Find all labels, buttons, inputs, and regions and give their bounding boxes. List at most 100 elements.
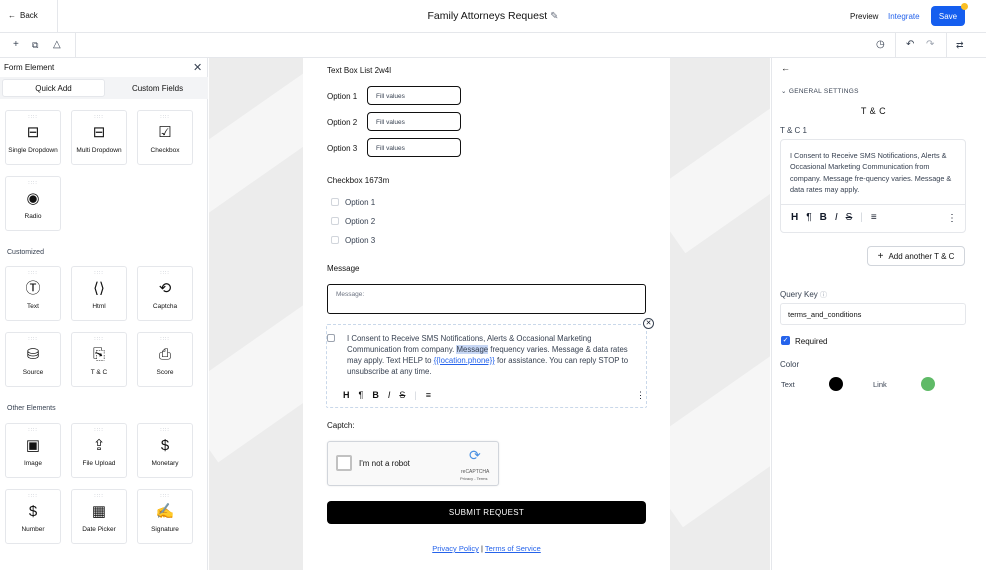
element-label: Checkbox bbox=[150, 147, 180, 154]
more-options-icon[interactable]: ⋮ bbox=[636, 390, 645, 401]
drag-handle-icon: :::: bbox=[28, 336, 38, 342]
drag-handle-icon: :::: bbox=[160, 336, 170, 342]
editor-text[interactable]: I Consent to Receive SMS Notifications, … bbox=[790, 150, 962, 198]
link-color-label: Link bbox=[873, 380, 887, 389]
element-signature[interactable]: :::: ✍ Signature bbox=[137, 489, 193, 544]
undo-icon[interactable]: ↶ bbox=[906, 39, 914, 51]
checkbox-option-label: Option 3 bbox=[345, 236, 376, 245]
drag-handle-icon: :::: bbox=[28, 270, 38, 276]
query-key-label: Query Key ⓘ bbox=[780, 290, 827, 300]
recaptcha-label: I'm not a robot bbox=[359, 459, 410, 468]
text-icon: Ⓣ bbox=[25, 280, 41, 297]
form-preview: Text Box List 2w4l Option 1 Fill values … bbox=[303, 58, 670, 570]
tab-quick-add[interactable]: Quick Add bbox=[2, 79, 105, 97]
close-icon[interactable]: ✕ bbox=[193, 61, 202, 74]
element-number[interactable]: :::: $ Number bbox=[5, 489, 61, 544]
add-icon[interactable]: + bbox=[13, 39, 19, 51]
element-label: Image bbox=[23, 460, 43, 467]
settings-panel: ← ⌄ GENERAL SETTINGS T & C T & C 1 I Con… bbox=[771, 58, 974, 570]
checkbox-option-1[interactable] bbox=[331, 198, 339, 206]
paragraph-icon[interactable]: ¶ bbox=[806, 212, 811, 223]
align-icon[interactable]: ≡ bbox=[871, 212, 877, 223]
strikethrough-icon[interactable]: S bbox=[846, 212, 853, 223]
paragraph-icon[interactable]: ¶ bbox=[359, 390, 364, 400]
element-label: Signature bbox=[151, 526, 179, 533]
history-icon[interactable]: ◷ bbox=[876, 39, 885, 51]
option-label: Option 2 bbox=[327, 118, 358, 127]
element-html[interactable]: :::: ⟨⟩ Html bbox=[71, 266, 127, 321]
section-other-elements: Other Elements bbox=[7, 405, 56, 412]
element-label: Radio bbox=[24, 213, 42, 220]
terms-of-service-link[interactable]: Terms of Service bbox=[485, 544, 541, 553]
element-checkbox[interactable]: :::: ☑ Checkbox bbox=[137, 110, 193, 165]
drag-handle-icon: :::: bbox=[28, 114, 38, 120]
option-3-input[interactable]: Fill values bbox=[367, 138, 461, 157]
italic-icon[interactable]: I bbox=[388, 390, 391, 400]
element-text[interactable]: :::: Ⓣ Text bbox=[5, 266, 61, 321]
element-radio[interactable]: :::: ◉ Radio bbox=[5, 176, 61, 231]
strikethrough-icon[interactable]: S bbox=[399, 390, 405, 400]
editor-toolbar: H ¶ B I S | ≡ ⋮ bbox=[781, 204, 965, 233]
option-1-input[interactable]: Fill values bbox=[367, 86, 461, 105]
submit-button[interactable]: SUBMIT REQUEST bbox=[327, 501, 646, 524]
arrow-left-icon[interactable]: ← bbox=[781, 63, 790, 73]
element-file-upload[interactable]: :::: ⇪ File Upload bbox=[71, 423, 127, 478]
preview-button[interactable]: Preview bbox=[850, 12, 878, 21]
drag-handle-icon: :::: bbox=[94, 493, 104, 499]
text-color-swatch[interactable] bbox=[829, 377, 843, 391]
phone-link[interactable]: {{location.phone}} bbox=[434, 356, 495, 365]
terms-checkbox[interactable] bbox=[327, 334, 335, 342]
checkbox-option-2[interactable] bbox=[331, 217, 339, 225]
add-terms-button[interactable]: + Add another T & C bbox=[867, 246, 965, 266]
element-label: Captcha bbox=[152, 303, 178, 310]
monetary-icon: $ bbox=[160, 437, 170, 454]
bold-icon[interactable]: B bbox=[372, 390, 379, 400]
element-image[interactable]: :::: ▣ Image bbox=[5, 423, 61, 478]
element-date-picker[interactable]: :::: ▦ Date Picker bbox=[71, 489, 127, 544]
more-options-icon[interactable]: ⋮ bbox=[947, 213, 957, 224]
privacy-policy-link[interactable]: Privacy Policy bbox=[432, 544, 479, 553]
recaptcha-terms[interactable]: Privacy - Terms bbox=[460, 476, 487, 481]
query-key-input[interactable]: terms_and_conditions bbox=[780, 303, 966, 325]
element-label: Single Dropdown bbox=[8, 147, 58, 154]
heading-icon[interactable]: H bbox=[343, 390, 350, 400]
divider bbox=[75, 33, 76, 58]
option-2-input[interactable]: Fill values bbox=[367, 112, 461, 131]
element-label: Date Picker bbox=[82, 526, 116, 533]
required-checkbox[interactable]: ✓ bbox=[781, 336, 790, 345]
terms-editor[interactable]: I Consent to Receive SMS Notifications, … bbox=[780, 139, 966, 233]
checkbox-option-3[interactable] bbox=[331, 236, 339, 244]
plus-icon: + bbox=[877, 250, 884, 262]
field-label: T & C 1 bbox=[780, 126, 807, 135]
redo-icon[interactable]: ↷ bbox=[926, 39, 934, 51]
link-color-swatch[interactable] bbox=[921, 377, 935, 391]
bold-icon[interactable]: B bbox=[820, 212, 827, 223]
info-icon[interactable]: ⓘ bbox=[820, 292, 827, 299]
element-captcha[interactable]: :::: ⟲ Captcha bbox=[137, 266, 193, 321]
italic-icon[interactable]: I bbox=[835, 212, 838, 223]
message-textarea[interactable]: Message: bbox=[327, 284, 646, 314]
remove-icon[interactable]: ✕ bbox=[643, 318, 654, 329]
heading-icon[interactable]: H bbox=[791, 212, 798, 223]
paint-icon[interactable]: △ bbox=[53, 39, 61, 51]
align-icon[interactable]: ≡ bbox=[426, 390, 431, 400]
swap-icon[interactable]: ⇄ bbox=[956, 39, 964, 51]
option-label: Option 1 bbox=[327, 92, 358, 101]
recaptcha-checkbox[interactable] bbox=[336, 455, 352, 471]
integrate-button[interactable]: Integrate bbox=[888, 12, 920, 21]
element-source[interactable]: :::: ⛁ Source bbox=[5, 332, 61, 387]
element-single-dropdown[interactable]: :::: ⊟ Single Dropdown bbox=[5, 110, 61, 165]
element-terms[interactable]: :::: ⎘ T & C bbox=[71, 332, 127, 387]
general-settings-toggle[interactable]: ⌄ GENERAL SETTINGS bbox=[781, 87, 859, 95]
element-multi-dropdown[interactable]: :::: ⊟ Multi Dropdown bbox=[71, 110, 127, 165]
save-button[interactable]: Save bbox=[931, 6, 965, 26]
signature-icon: ✍ bbox=[155, 503, 175, 520]
tab-custom-fields[interactable]: Custom Fields bbox=[107, 77, 208, 99]
pencil-icon[interactable]: ✎ bbox=[550, 11, 558, 22]
element-score[interactable]: :::: ⎙ Score bbox=[137, 332, 193, 387]
form-element-panel: Form Element ✕ Quick Add Custom Fields :… bbox=[0, 58, 208, 570]
layers-icon[interactable]: ⧉ bbox=[32, 39, 38, 51]
scrollbar[interactable] bbox=[974, 58, 986, 570]
element-monetary[interactable]: :::: $ Monetary bbox=[137, 423, 193, 478]
page-title[interactable]: Family Attorneys Request ✎ bbox=[0, 10, 986, 22]
